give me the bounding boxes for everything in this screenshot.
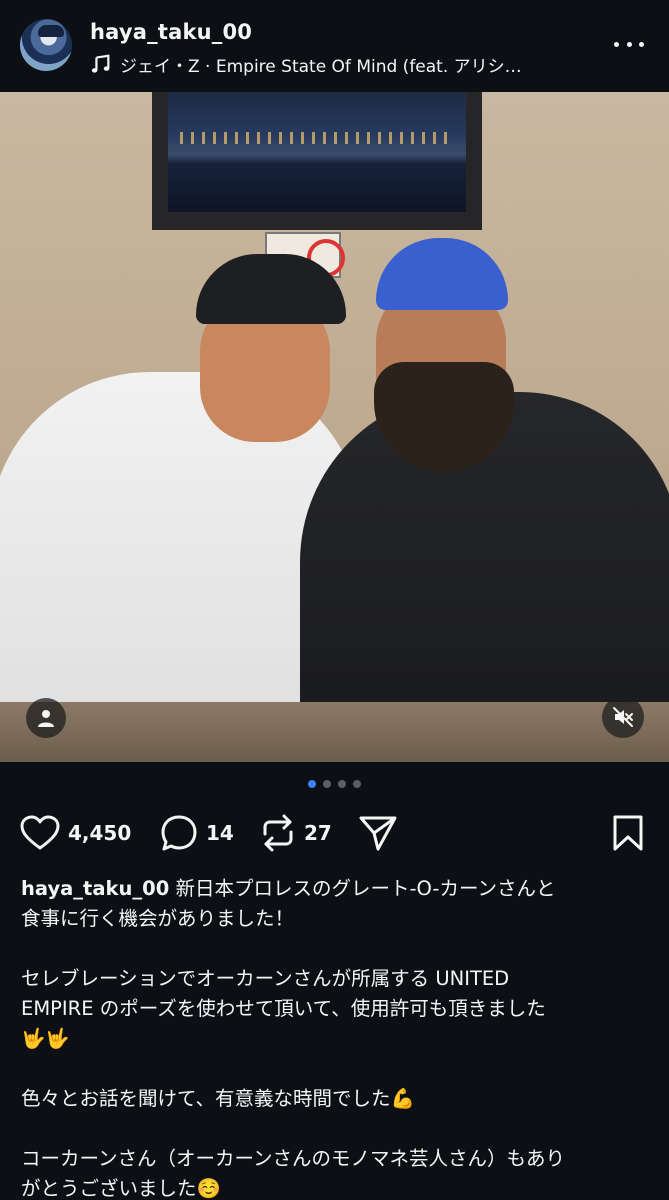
carousel-dot: [338, 780, 346, 788]
music-track-text: ジェイ・Z · Empire State Of Mind (feat. アリシ…: [120, 56, 522, 77]
carousel-dot: [323, 780, 331, 788]
header-username[interactable]: haya_taku_00: [90, 20, 252, 44]
carousel-dot-active: [308, 780, 316, 788]
more-options-button[interactable]: [614, 32, 644, 56]
speaker-muted-icon: [613, 707, 633, 727]
caption-emoji-line: 🤟🤟: [21, 1027, 70, 1050]
carousel-indicator: [0, 780, 669, 792]
caption-username[interactable]: haya_taku_00: [21, 877, 169, 900]
post-header: haya_taku_00 ジェイ・Z · Empire State Of Min…: [0, 0, 669, 92]
comment-count: 14: [206, 821, 234, 845]
save-button[interactable]: [612, 810, 644, 856]
comment-button[interactable]: 14: [160, 810, 234, 856]
comment-bubble-icon: [161, 815, 197, 851]
more-dot: [626, 41, 632, 47]
wall-picture-frame: [152, 92, 482, 230]
share-button[interactable]: [358, 810, 398, 856]
table: [0, 702, 669, 762]
repost-icon: [263, 814, 293, 852]
like-count: 4,450: [68, 821, 132, 845]
bookmark-icon: [613, 815, 643, 851]
caption-line: コーカーンさん（オーカーンさんのモノマネ芸人さん）もあり: [21, 1147, 566, 1170]
carousel-dot: [353, 780, 361, 788]
caption-line: がとうございました☺️: [21, 1177, 221, 1200]
night-city-picture: [168, 92, 466, 212]
caption-line: EMPIRE のポーズを使わせて頂いて、使用許可も頂きました: [21, 997, 546, 1020]
music-info[interactable]: ジェイ・Z · Empire State Of Mind (feat. アリシ…: [90, 52, 560, 77]
avatar[interactable]: [20, 19, 72, 71]
caption-line: 色々とお話を聞けて、有意義な時間でした💪: [21, 1087, 415, 1110]
caption-line: セレブレーションでオーカーンさんが所属する UNITED: [21, 967, 510, 990]
send-paper-plane-icon: [359, 816, 397, 851]
action-bar: 4,450 14 27: [0, 810, 669, 856]
like-button[interactable]: 4,450: [20, 810, 131, 856]
post-photo[interactable]: [0, 92, 669, 762]
more-horizontal-icon: [614, 41, 619, 47]
caption-line: haya_taku_00 新日本プロレスのグレート-O-カーンさんと: [21, 874, 651, 904]
post-caption: haya_taku_00 新日本プロレスのグレート-O-カーンさんと 食事に行く…: [21, 874, 651, 1200]
repost-count: 27: [304, 821, 332, 845]
heart-outline-icon: [20, 815, 60, 850]
more-dot: [639, 41, 644, 47]
person-icon: [38, 710, 54, 727]
caption-line: 食事に行く機会がありました！: [21, 907, 295, 930]
repost-button[interactable]: 27: [260, 810, 332, 856]
blue-cap: [376, 238, 508, 310]
tagged-users-button[interactable]: [26, 698, 66, 738]
city-lights: [180, 132, 450, 144]
mute-button[interactable]: [602, 696, 644, 738]
music-note-icon: [91, 54, 110, 73]
caption-text: 新日本プロレスのグレート-O-カーンさんと: [169, 877, 556, 900]
